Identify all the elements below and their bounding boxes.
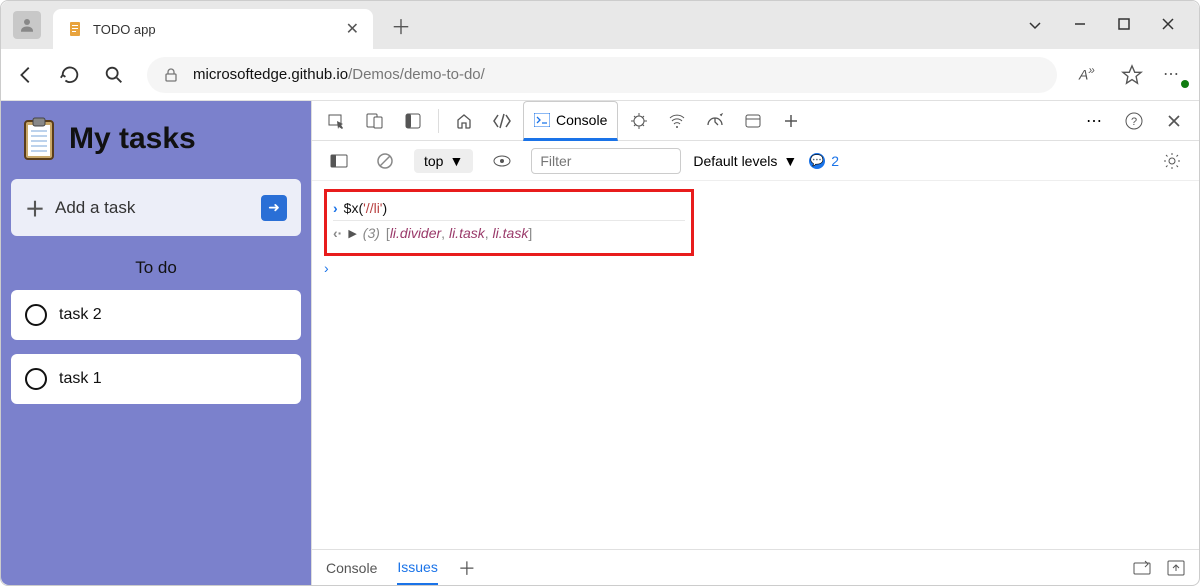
task-item[interactable]: task 2 [11,290,301,340]
console-tab[interactable]: Console [523,101,618,141]
read-aloud-button[interactable]: A» [1079,64,1101,86]
add-tab-button[interactable] [774,105,808,137]
task-item[interactable]: task 1 [11,354,301,404]
help-button[interactable]: ? [1117,105,1151,137]
add-task-button[interactable]: ＋ Add a task ➜ [11,179,301,236]
console-output-line: ‹· ▶ (3) [li.divider, li.task, li.task] [333,221,685,245]
drawer-add-tab-button[interactable]: ＋ [458,555,476,581]
console-tab-label: Console [556,112,607,128]
todo-title: My tasks [69,122,196,156]
console-input-code: $x('//li') [344,200,387,216]
console-filter-bar: top ▼ Default levels ▼ 💬 2 [312,141,1199,181]
submit-arrow-icon[interactable]: ➜ [261,195,287,221]
array-length: (3) [363,225,380,241]
console-settings-button[interactable] [1155,145,1189,177]
favorite-button[interactable] [1121,64,1143,86]
minimize-button[interactable] [1073,17,1087,33]
profile-button[interactable] [13,11,41,39]
issues-indicator[interactable]: 💬 2 [809,153,839,169]
refresh-button[interactable] [59,64,81,86]
log-levels-dropdown[interactable]: Default levels ▼ [693,153,797,169]
input-caret-icon: › [333,200,338,216]
window-controls [1027,17,1199,33]
levels-label: Default levels [693,153,777,169]
back-button[interactable] [15,64,37,86]
sidebar-toggle-button[interactable] [322,145,356,177]
more-tools-button[interactable]: ⋯ [1077,105,1111,137]
task-checkbox[interactable] [25,304,47,326]
window-titlebar: TODO app ✕ ＋ [1,1,1199,49]
output-caret-icon: ‹· [333,225,342,241]
todo-header: My tasks [11,111,301,175]
url-text: microsoftedge.github.io/Demos/demo-to-do… [193,66,485,83]
chevron-down-icon: ▼ [783,153,797,169]
highlight-annotation: › $x('//li') ‹· ▶ (3) [li.divider, li.ta… [324,189,694,256]
task-label: task 1 [59,370,102,388]
lock-icon [163,67,179,83]
context-label: top [424,153,443,169]
live-expression-button[interactable] [485,145,519,177]
page-icon [67,21,83,37]
collapse-drawer-icon[interactable] [1167,560,1185,576]
filter-input[interactable] [531,148,681,174]
devtools-toolbar: Console ⋯ ? [312,101,1199,141]
drawer-console-tab[interactable]: Console [326,560,377,576]
dock-button[interactable] [396,105,430,137]
address-bar: microsoftedge.github.io/Demos/demo-to-do… [1,49,1199,101]
close-button[interactable] [1161,17,1175,33]
plus-icon: ＋ [25,193,45,222]
clipboard-icon [21,117,57,161]
devtools-panel: Console ⋯ ? top ▼ Default levels [311,101,1199,585]
expand-drawer-icon[interactable] [1133,560,1151,576]
welcome-tab-icon[interactable] [447,105,481,137]
application-tab-icon[interactable] [736,105,770,137]
chevron-down-icon[interactable] [1027,17,1043,33]
close-devtools-button[interactable] [1157,105,1191,137]
tab-title: TODO app [93,22,346,37]
console-input-line: › $x('//li') [333,196,685,221]
console-prompt[interactable]: › [324,256,1187,280]
tab-close-icon[interactable]: ✕ [346,19,359,39]
expand-triangle-icon[interactable]: ▶ [348,227,356,240]
todo-section-label: To do [11,240,301,286]
task-checkbox[interactable] [25,368,47,390]
network-tab-icon[interactable] [660,105,694,137]
inspect-button[interactable] [320,105,354,137]
svg-text:?: ? [1131,116,1137,128]
todo-app-panel: My tasks ＋ Add a task ➜ To do task 2 tas… [1,101,311,585]
issues-dot-icon: 💬 [809,153,825,169]
search-icon[interactable] [103,64,125,86]
clear-console-button[interactable] [368,145,402,177]
chevron-down-icon: ▼ [449,153,463,169]
performance-tab-icon[interactable] [698,105,732,137]
device-toggle-button[interactable] [358,105,392,137]
more-button[interactable]: ⋯ [1163,64,1185,86]
console-output[interactable]: › $x('//li') ‹· ▶ (3) [li.divider, li.ta… [312,181,1199,549]
maximize-button[interactable] [1117,17,1131,33]
new-tab-button[interactable]: ＋ [391,11,411,40]
sources-tab-icon[interactable] [622,105,656,137]
array-preview: [li.divider, li.task, li.task] [386,225,532,241]
issues-count: 2 [831,153,839,169]
drawer-issues-tab[interactable]: Issues [397,559,437,585]
url-input[interactable]: microsoftedge.github.io/Demos/demo-to-do… [147,57,1057,93]
context-dropdown[interactable]: top ▼ [414,149,473,173]
browser-tab[interactable]: TODO app ✕ [53,9,373,49]
devtools-drawer: Console Issues ＋ [312,549,1199,585]
task-label: task 2 [59,306,102,324]
elements-tab-icon[interactable] [485,105,519,137]
add-task-label: Add a task [55,198,251,218]
